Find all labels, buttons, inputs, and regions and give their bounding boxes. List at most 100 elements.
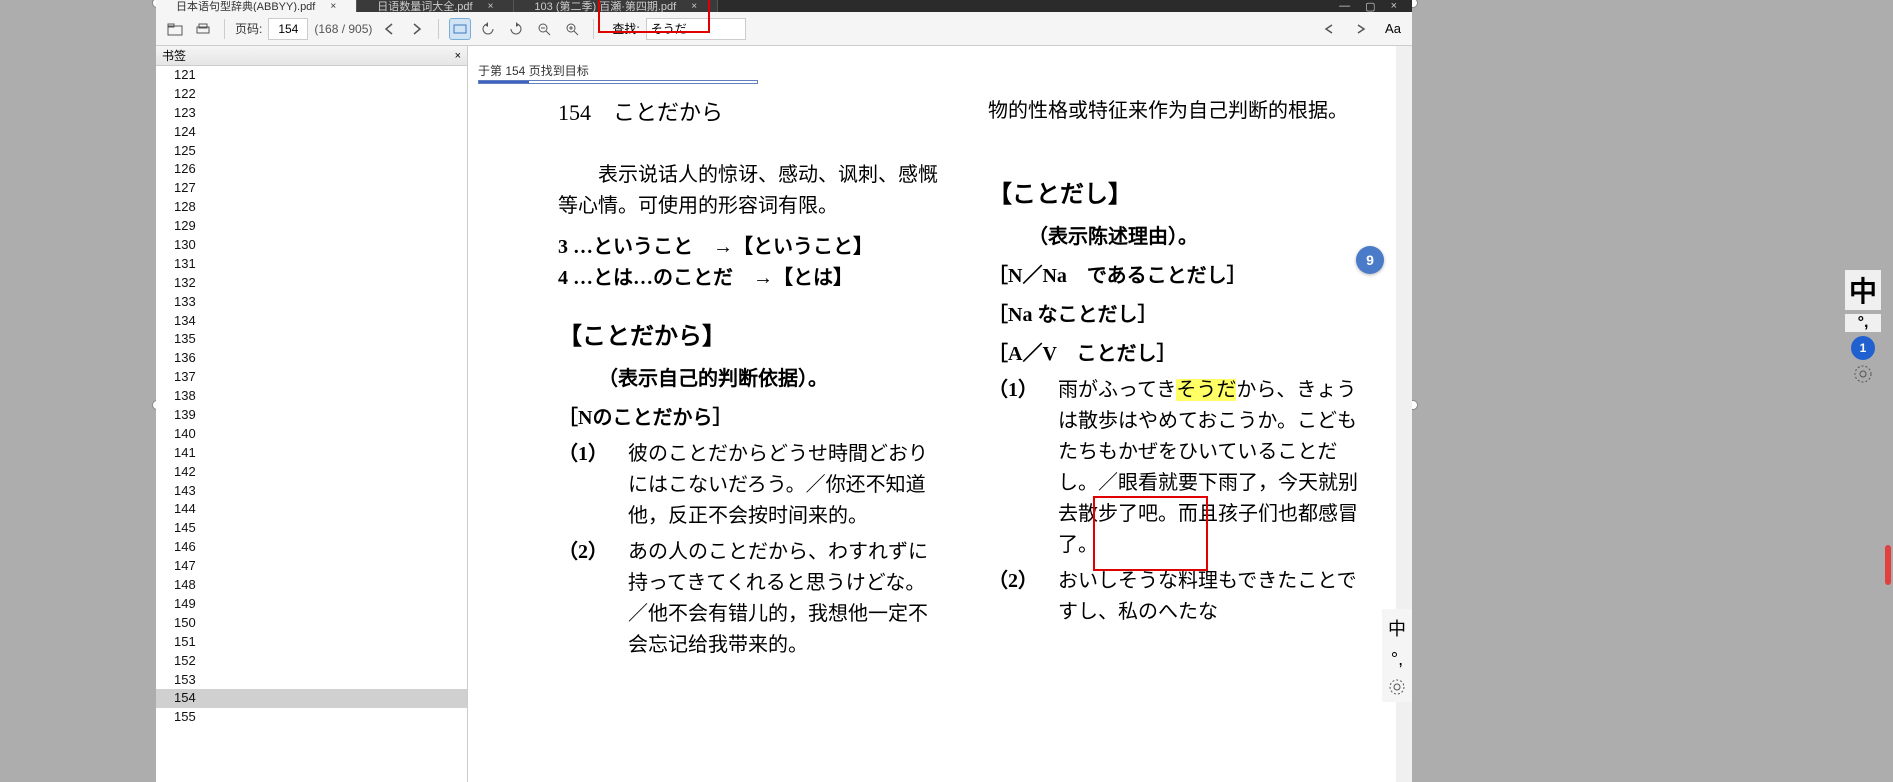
example-number: （2） bbox=[558, 537, 628, 661]
bookmark-item[interactable]: 144 bbox=[156, 500, 467, 519]
main-area: 书签 × 12112212312412512612712812913013113… bbox=[156, 46, 1412, 782]
ime-badge[interactable]: 1 bbox=[1851, 336, 1875, 360]
zoom-in-icon[interactable] bbox=[561, 18, 583, 40]
separator bbox=[593, 19, 594, 39]
bookmark-item[interactable]: 138 bbox=[156, 387, 467, 406]
ime-panel: 中 °, 1 bbox=[1843, 270, 1883, 384]
bookmark-item[interactable]: 147 bbox=[156, 557, 467, 576]
ime-punct-icon[interactable]: °, bbox=[1845, 314, 1881, 332]
fit-width-icon[interactable] bbox=[449, 18, 471, 40]
separator bbox=[438, 19, 439, 39]
bookmark-item[interactable]: 129 bbox=[156, 217, 467, 236]
next-page-icon[interactable] bbox=[406, 18, 428, 40]
page-count: (168 / 905) bbox=[314, 22, 372, 36]
bookmark-item[interactable]: 143 bbox=[156, 482, 467, 501]
example-text: あの人のことだから、わすれずに持ってきてくれると思うけどな。／他不会有错儿的，我… bbox=[628, 537, 938, 661]
right-column: 物的性格或特征来作为自己判断的根据。 【ことだし】 （表示陈述理由）。 ［N／N… bbox=[988, 96, 1368, 661]
window-controls: — ▢ × bbox=[1339, 0, 1412, 13]
bookmark-item[interactable]: 133 bbox=[156, 293, 467, 312]
page-badge: 9 bbox=[1356, 246, 1384, 274]
close-window-icon[interactable]: × bbox=[1391, 0, 1397, 13]
search-label: 查找: bbox=[612, 20, 639, 37]
bookmark-item[interactable]: 145 bbox=[156, 519, 467, 538]
gear-icon[interactable] bbox=[1853, 364, 1873, 384]
bookmark-item[interactable]: 148 bbox=[156, 576, 467, 595]
section-title: 【ことだし】 bbox=[988, 177, 1368, 214]
ime-lang-icon[interactable]: 中 bbox=[1845, 270, 1881, 310]
grammar-pattern: ［A／V ことだし］ bbox=[988, 339, 1368, 370]
tab-3[interactable]: 103 (第二季) 百瀬·第四期.pdf × bbox=[514, 0, 718, 12]
example-number: （2） bbox=[988, 566, 1058, 628]
bookmark-item[interactable]: 139 bbox=[156, 406, 467, 425]
bookmark-item[interactable]: 130 bbox=[156, 236, 467, 255]
tab-1[interactable]: 日本语句型辞典(ABBYY).pdf × bbox=[156, 0, 357, 12]
lang-tool[interactable]: 中 bbox=[1388, 615, 1406, 641]
bookmark-item[interactable]: 154 bbox=[156, 689, 467, 708]
ref-line: 4 …とは…のことだ →【とは】 bbox=[558, 263, 938, 294]
match-case-icon[interactable]: Aa bbox=[1382, 18, 1404, 40]
maximize-icon[interactable]: ▢ bbox=[1365, 0, 1375, 13]
bookmark-item[interactable]: 146 bbox=[156, 538, 467, 557]
bookmark-item[interactable]: 127 bbox=[156, 179, 467, 198]
bookmark-item[interactable]: 136 bbox=[156, 349, 467, 368]
bookmark-item[interactable]: 142 bbox=[156, 463, 467, 482]
tab-bar: 日本语句型辞典(ABBYY).pdf × 日语数量词大全.pdf × 103 (… bbox=[156, 0, 1412, 12]
right-tools: 中 °, bbox=[1382, 609, 1412, 702]
document-content[interactable]: 于第 154 页找到目标 9 154 ことだから 表示说话人的惊讶、感动、讽刺、… bbox=[468, 46, 1412, 782]
bookmark-item[interactable]: 131 bbox=[156, 255, 467, 274]
bookmark-item[interactable]: 132 bbox=[156, 274, 467, 293]
close-icon[interactable]: × bbox=[455, 50, 461, 62]
example-text: おいしそうな料理もできたことですし、私のへたな bbox=[1058, 566, 1368, 628]
tab-2[interactable]: 日语数量词大全.pdf × bbox=[357, 0, 514, 12]
minimize-icon[interactable]: — bbox=[1339, 0, 1350, 13]
bookmark-item[interactable]: 140 bbox=[156, 425, 467, 444]
bookmark-item[interactable]: 141 bbox=[156, 444, 467, 463]
bookmark-item[interactable]: 124 bbox=[156, 123, 467, 142]
zoom-out-icon[interactable] bbox=[533, 18, 555, 40]
grammar-pattern: ［Nのことだから］ bbox=[558, 403, 938, 434]
find-next-icon[interactable] bbox=[1350, 18, 1372, 40]
bookmark-item[interactable]: 155 bbox=[156, 708, 467, 727]
page-input[interactable] bbox=[268, 18, 308, 40]
close-icon[interactable]: × bbox=[488, 1, 494, 12]
bookmark-item[interactable]: 122 bbox=[156, 85, 467, 104]
bookmark-item[interactable]: 151 bbox=[156, 633, 467, 652]
search-progress bbox=[478, 80, 758, 84]
page-label: 页码: bbox=[235, 20, 262, 37]
gear-icon[interactable] bbox=[1388, 678, 1406, 696]
bookmarks-sidebar: 书签 × 12112212312412512612712812913013113… bbox=[156, 46, 468, 782]
close-icon[interactable]: × bbox=[691, 1, 697, 12]
rotate-left-icon[interactable] bbox=[477, 18, 499, 40]
search-highlight: そうだ bbox=[1176, 379, 1236, 401]
bookmark-list[interactable]: 1211221231241251261271281291301311321331… bbox=[156, 66, 467, 782]
rotate-right-icon[interactable] bbox=[505, 18, 527, 40]
scroll-marker bbox=[1885, 545, 1891, 585]
bookmark-item[interactable]: 137 bbox=[156, 368, 467, 387]
bookmark-item[interactable]: 121 bbox=[156, 66, 467, 85]
bookmark-item[interactable]: 150 bbox=[156, 614, 467, 633]
bookmark-item[interactable]: 125 bbox=[156, 142, 467, 161]
section-subtitle: （表示自己的判断依据）。 bbox=[598, 364, 938, 395]
bookmark-item[interactable]: 153 bbox=[156, 671, 467, 690]
punct-tool[interactable]: °, bbox=[1391, 649, 1403, 670]
bookmark-item[interactable]: 134 bbox=[156, 312, 467, 331]
bookmark-item[interactable]: 149 bbox=[156, 595, 467, 614]
prev-page-icon[interactable] bbox=[378, 18, 400, 40]
bookmark-item[interactable]: 123 bbox=[156, 104, 467, 123]
bookmark-item[interactable]: 126 bbox=[156, 160, 467, 179]
open-icon[interactable] bbox=[164, 18, 186, 40]
search-input[interactable] bbox=[646, 18, 746, 40]
progress-fill bbox=[479, 81, 529, 83]
find-prev-icon[interactable] bbox=[1318, 18, 1340, 40]
close-icon[interactable]: × bbox=[330, 1, 336, 12]
sidebar-title: 书签 bbox=[162, 47, 186, 64]
search-status: 于第 154 页找到目标 bbox=[478, 62, 589, 79]
example: （1） 彼のことだからどうせ時間どおりにはこないだろう。／你还不知道他，反正不会… bbox=[558, 439, 938, 532]
bookmark-item[interactable]: 128 bbox=[156, 198, 467, 217]
bookmark-item[interactable]: 152 bbox=[156, 652, 467, 671]
page-content: 154 ことだから 表示说话人的惊讶、感动、讽刺、感慨等心情。可使用的形容词有限… bbox=[468, 46, 1412, 661]
bookmark-item[interactable]: 135 bbox=[156, 330, 467, 349]
example: （1） 雨がふってきそうだから、きょうは散歩はやめておこうか。こどもたちもかぜを… bbox=[988, 375, 1368, 561]
example-number: （1） bbox=[558, 439, 628, 532]
print-icon[interactable] bbox=[192, 18, 214, 40]
